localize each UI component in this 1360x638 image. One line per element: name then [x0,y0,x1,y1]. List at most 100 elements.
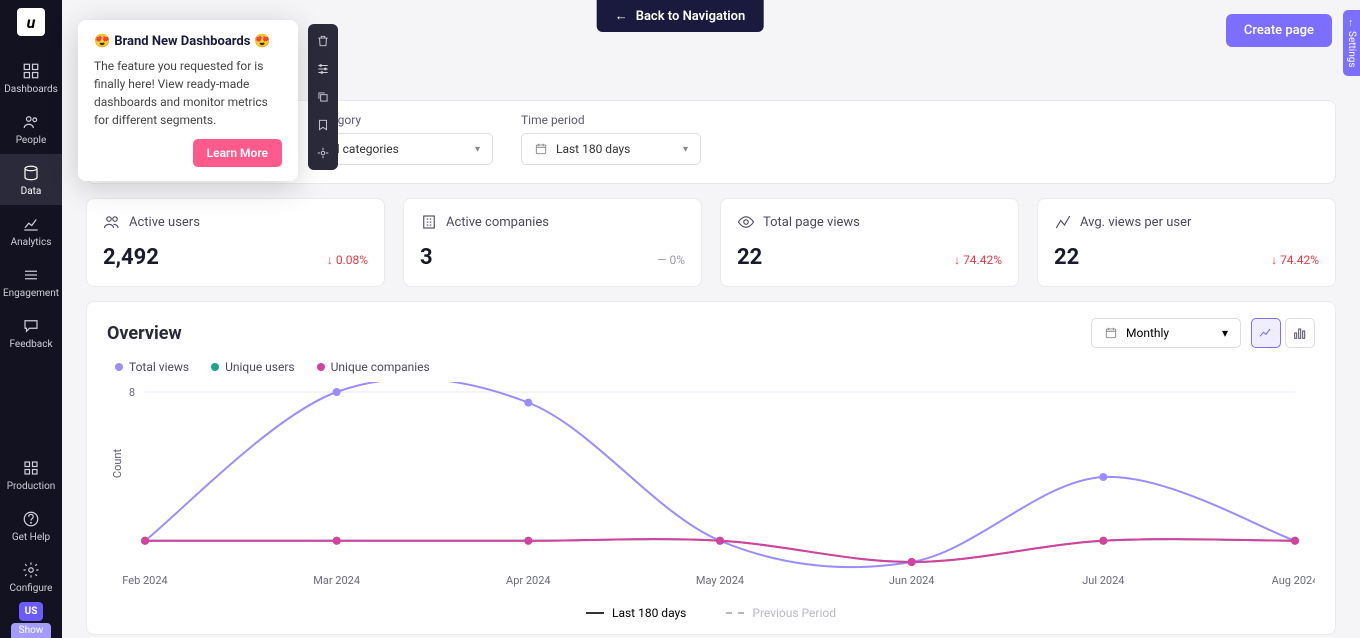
legend-label: Total views [129,360,189,374]
users-icon [103,213,121,231]
svg-text:Aug 2024: Aug 2024 [1272,574,1315,587]
sidebar-item-gethelp[interactable]: Get Help [0,500,62,551]
metric-delta: ↓0.08% [327,253,368,267]
copy-icon[interactable] [312,88,334,106]
legend-unique-companies[interactable]: Unique companies [317,360,430,374]
calendar-icon [534,142,548,156]
legend-total-views[interactable]: Total views [115,360,189,374]
delta-value: 74.42% [1280,253,1319,267]
sidebar-item-people[interactable]: People [0,103,62,154]
metric-label: Avg. views per user [1080,215,1191,230]
metric-delta: ↓74.42% [954,253,1002,267]
floating-toolbar [308,24,338,170]
category-select[interactable]: All categories ▾ [313,133,493,165]
help-icon [22,510,40,528]
sidebar-item-label: Dashboards [4,84,58,95]
bar-view-button[interactable] [1285,318,1315,348]
data-icon [22,164,40,182]
metric-page-views[interactable]: Total page views 22 ↓74.42% [720,198,1019,287]
sidebar-item-label: Production [7,481,56,492]
sidebar-item-dashboards[interactable]: Dashboards [0,52,62,103]
sidebar-item-engagement[interactable]: Engagement [0,256,62,307]
overview-card: Overview Monthly ▾ Total views Unique us… [86,301,1336,635]
dashboard-icon [22,62,40,80]
line-view-button[interactable] [1251,318,1281,348]
arrow-down-icon: ↓ [1271,253,1277,267]
logo[interactable]: u [17,8,45,36]
legend-label: Unique companies [331,360,430,374]
target-icon[interactable] [312,144,334,162]
sidebar-item-label: Data [21,186,42,197]
settings-tab-label: Settings [1346,31,1357,68]
period-select[interactable]: Last 180 days ▾ [521,133,701,165]
tooltip-title: 😍 Brand New Dashboards 😍 [94,34,282,49]
chevron-down-icon: ▾ [683,144,688,155]
metric-value: 3 [420,245,433,270]
metric-avg-views[interactable]: Avg. views per user 22 ↓74.42% [1037,198,1336,287]
engagement-icon [22,266,40,284]
delta-value: 0% [669,253,685,267]
metric-label: Active companies [446,215,549,230]
metric-delta: — 0% [657,253,685,267]
svg-text:Apr 2024: Apr 2024 [506,574,551,587]
gear-icon [22,561,40,579]
period-label: Last 180 days [612,606,686,620]
tooltip-body: The feature you requested for is finally… [94,57,282,129]
settings-tab[interactable]: ← Settings [1343,10,1360,76]
period-previous[interactable]: Previous Period [726,606,836,620]
period-filter-group: Time period Last 180 days ▾ [521,113,701,165]
chevron-down-icon: ▾ [1222,326,1228,340]
analytics-icon [22,215,40,233]
metric-label: Active users [129,215,200,230]
building-icon [420,213,438,231]
overview-title: Overview [107,323,182,344]
learn-more-button[interactable]: Learn More [193,139,282,167]
chart-legend: Total views Unique users Unique companie… [115,360,1315,374]
category-filter-group: Category All categories ▾ [313,113,493,165]
avg-icon [1054,213,1072,231]
svg-text:Jun 2024: Jun 2024 [889,574,935,587]
interval-select[interactable]: Monthly ▾ [1091,318,1241,348]
back-to-navigation-button[interactable]: ← Back to Navigation [597,0,764,32]
metric-active-companies[interactable]: Active companies 3 — 0% [403,198,702,287]
sidebar-item-data[interactable]: Data [0,154,62,205]
legend-dot-icon [211,363,219,371]
people-icon [22,113,40,131]
sidebar-item-configure[interactable]: Configure [0,551,62,602]
legend-dot-icon [317,363,325,371]
delta-value: 74.42% [963,253,1002,267]
chevron-down-icon: ▾ [475,144,480,155]
delta-value: 0.08% [336,253,368,267]
interval-value: Monthly [1126,326,1169,340]
metric-delta: ↓74.42% [1271,253,1319,267]
back-nav-label: Back to Navigation [636,9,746,24]
heart-eyes-emoji-icon: 😍 [254,34,270,49]
heart-eyes-emoji-icon: 😍 [94,34,110,49]
filter-label: Category [313,113,493,127]
metric-value: 22 [1054,245,1079,270]
sidebar-item-label: Get Help [12,532,50,543]
sidebar-item-label: Configure [9,583,52,594]
bookmark-icon[interactable] [312,116,334,134]
dash-icon: — [657,253,666,267]
sidebar-item-feedback[interactable]: Feedback [0,307,62,358]
tune-icon[interactable] [312,60,334,78]
metric-active-users[interactable]: Active users 2,492 ↓0.08% [86,198,385,287]
arrow-down-icon: ↓ [954,253,960,267]
svg-text:Jul 2024: Jul 2024 [1082,574,1124,587]
period-current[interactable]: Last 180 days [586,606,686,620]
tooltip-title-text: Brand New Dashboards [114,34,250,49]
period-legend: Last 180 days Previous Period [107,606,1315,620]
legend-unique-users[interactable]: Unique users [211,360,295,374]
arrow-left-icon: ← [1346,18,1357,28]
metric-value: 2,492 [103,245,159,270]
user-badge[interactable]: US [19,602,44,621]
trash-icon[interactable] [312,32,334,50]
sidebar-item-production[interactable]: Production [0,449,62,500]
sidebar-item-analytics[interactable]: Analytics [0,205,62,256]
create-page-button[interactable]: Create page [1226,14,1332,47]
eye-icon [737,213,755,231]
dashed-line-swatch-icon [726,612,744,614]
show-button[interactable]: Show [11,623,52,638]
production-icon [22,459,40,477]
